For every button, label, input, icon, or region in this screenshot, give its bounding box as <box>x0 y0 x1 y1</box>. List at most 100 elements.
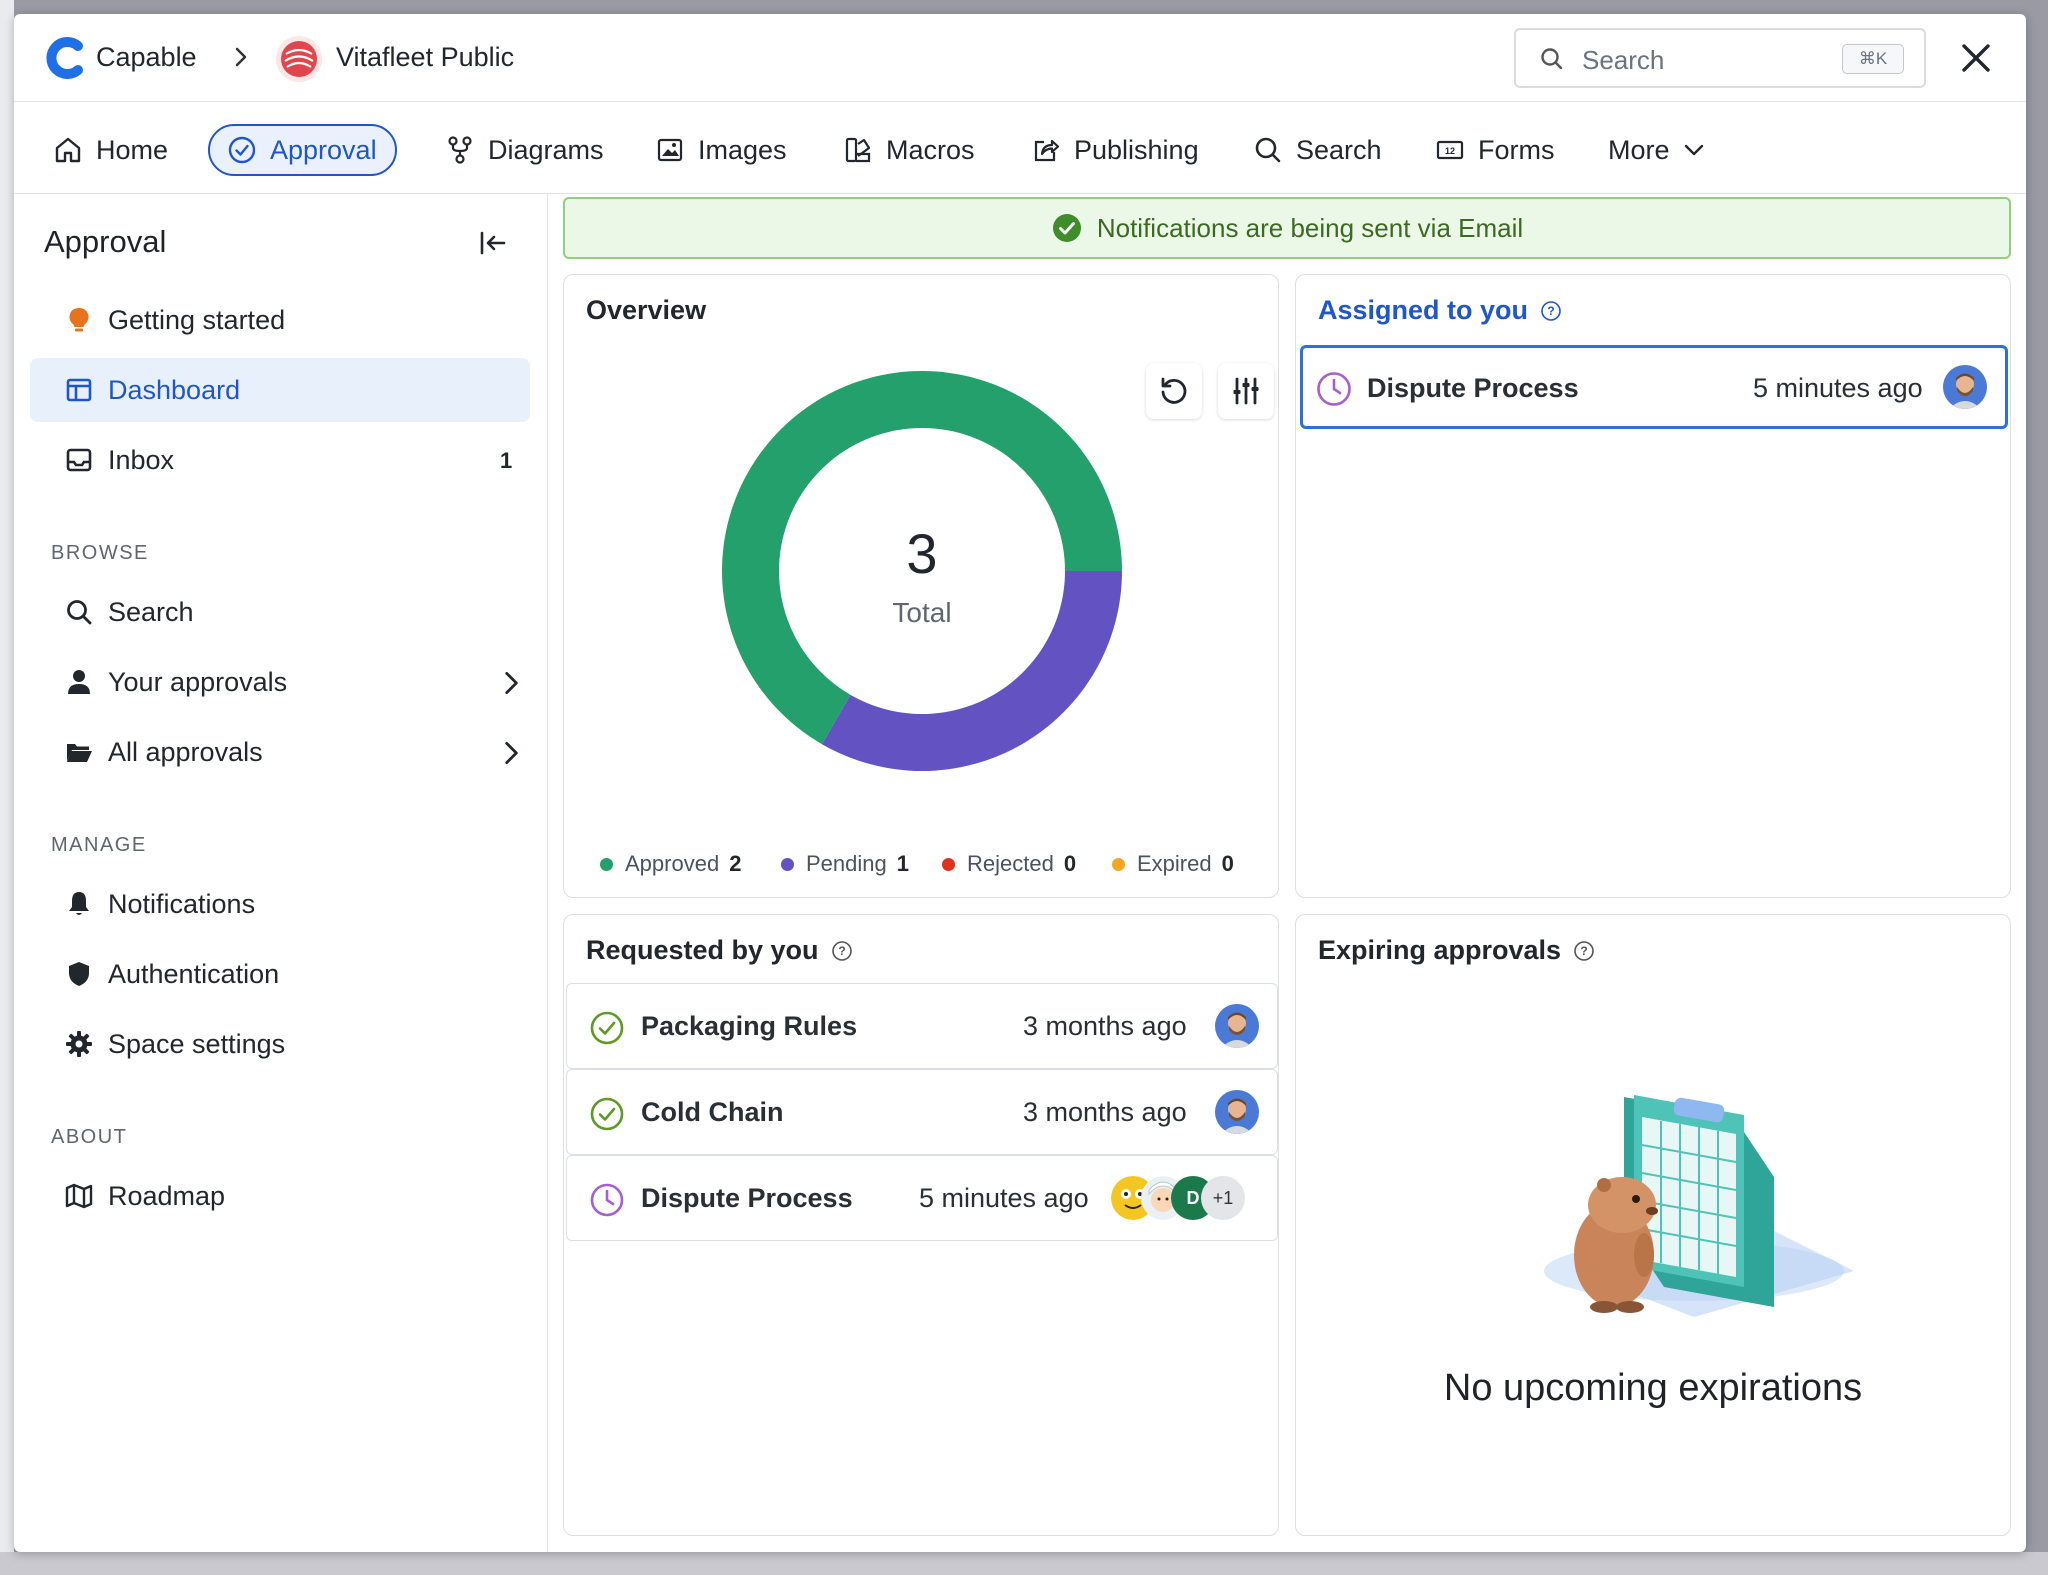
svg-text:12: 12 <box>1445 146 1455 156</box>
legend-dot-approved <box>600 857 613 871</box>
notification-banner: Notifications are being sent via Email <box>563 197 2011 259</box>
map-icon <box>65 1183 93 1209</box>
gear-icon <box>66 1031 92 1057</box>
folder-icon <box>67 744 92 762</box>
modal-header: Capable Vitafleet Public Search ⌘K <box>14 14 2026 102</box>
sidebar-item-inbox[interactable]: Inbox 1 <box>30 428 544 492</box>
nav-tab-search[interactable]: Search <box>1252 124 1382 176</box>
legend-label: Rejected <box>967 851 1054 876</box>
sidebar-item-your-approvals[interactable]: Your approvals <box>30 650 544 714</box>
background-app-bottom <box>0 1552 2048 1575</box>
home-icon <box>55 137 81 163</box>
nav-tab-label: Images <box>698 134 787 165</box>
check-circle-icon <box>590 1011 624 1045</box>
sliders-icon <box>1233 377 1259 405</box>
bell-icon <box>69 892 89 915</box>
breadcrumb-chevron-icon <box>235 47 247 67</box>
avatar <box>1215 1090 1259 1134</box>
diagram-icon <box>448 136 472 164</box>
help-icon[interactable]: ? <box>1540 300 1562 322</box>
svg-text:?: ? <box>1547 304 1554 318</box>
legend-value: 1 <box>896 851 909 876</box>
requested-row[interactable]: Dispute Process 5 minutes ago D +1 <box>566 1155 1278 1241</box>
svg-text:?: ? <box>1580 944 1587 958</box>
legend-approved: Approved 2 <box>600 851 741 877</box>
close-icon[interactable] <box>1956 38 1996 78</box>
global-search-input[interactable]: Search ⌘K <box>1514 28 1926 88</box>
capybara-calendar-illustration <box>1544 1095 1854 1317</box>
chart-settings-button[interactable] <box>1218 363 1274 419</box>
assigned-title: Assigned to you ? <box>1318 295 1562 326</box>
section-heading-browse: BROWSE <box>51 542 149 564</box>
sidebar-item-label: Inbox <box>108 444 175 475</box>
check-circle-icon <box>1052 214 1081 242</box>
overview-title-text: Overview <box>586 295 707 325</box>
nav-tab-images[interactable]: Images <box>654 124 787 176</box>
check-circle-icon <box>590 1097 624 1131</box>
sidebar-item-dashboard[interactable]: Dashboard <box>30 358 530 422</box>
sidebar-item-roadmap[interactable]: Roadmap <box>30 1164 544 1228</box>
expiring-title: Expiring approvals ? <box>1318 935 1595 966</box>
requested-card: Requested by you ? Packaging Rules 3 mon… <box>563 914 1279 1536</box>
background-app <box>0 0 14 1575</box>
sidebar-item-label: All approvals <box>108 736 263 767</box>
approval-name: Cold Chain <box>641 1097 784 1127</box>
sidebar-item-notifications[interactable]: Notifications <box>30 872 544 936</box>
inbox-count-badge: 1 <box>500 448 513 473</box>
nav-tab-label: Diagrams <box>488 134 604 165</box>
search-icon <box>67 600 92 625</box>
expiring-card: Expiring approvals ? No upcoming expirat… <box>1295 914 2011 1536</box>
approval-name: Dispute Process <box>1367 373 1579 403</box>
breadcrumb-space[interactable]: Vitafleet Public <box>336 42 514 73</box>
assigned-approval-row[interactable]: Dispute Process 5 minutes ago <box>1300 345 2008 429</box>
dashboard-icon <box>66 378 92 402</box>
clock-icon <box>1317 372 1351 406</box>
sidebar-item-label: Dashboard <box>108 374 241 405</box>
avatar <box>1943 365 1987 409</box>
macros-icon <box>845 137 871 163</box>
requested-row[interactable]: Packaging Rules 3 months ago <box>566 983 1278 1069</box>
capable-logo-icon <box>46 37 83 79</box>
breadcrumb-app[interactable]: Capable <box>96 42 197 73</box>
nav-tab-macros[interactable]: Macros <box>842 124 975 176</box>
approval-time: 5 minutes ago <box>919 1183 1089 1213</box>
approval-time: 3 months ago <box>1023 1097 1187 1127</box>
donut-total-label: Total <box>892 597 952 628</box>
shield-icon <box>69 962 89 986</box>
chevron-right-icon <box>505 671 518 695</box>
lightbulb-icon <box>69 307 89 332</box>
nav-tab-label: Publishing <box>1074 134 1199 165</box>
nav-tab-more[interactable]: More <box>1608 124 1710 176</box>
forms-icon: 12 <box>1436 140 1464 160</box>
help-icon[interactable]: ? <box>1573 940 1595 962</box>
nav-tab-diagrams[interactable]: Diagrams <box>444 124 604 176</box>
sidebar-item-search[interactable]: Search <box>30 580 544 644</box>
sidebar-item-label: Authentication <box>108 958 280 989</box>
nav-tab-approval[interactable]: Approval <box>208 124 397 176</box>
nav-tab-home[interactable]: Home <box>52 124 168 176</box>
requested-row[interactable]: Cold Chain 3 months ago <box>566 1069 1278 1155</box>
nav-tab-forms[interactable]: 12 Forms <box>1434 124 1555 176</box>
sidebar-item-label: Search <box>108 596 194 627</box>
legend-expired: Expired 0 <box>1112 851 1234 877</box>
approval-name: Packaging Rules <box>641 1011 858 1041</box>
share-icon <box>1034 139 1060 162</box>
requested-title: Requested by you ? <box>586 935 853 966</box>
top-navigation: Home Approval Diagrams Images Macros Pub… <box>14 102 2026 194</box>
refresh-button[interactable] <box>1146 363 1202 419</box>
nav-tab-label: Approval <box>270 134 377 165</box>
help-icon[interactable]: ? <box>831 940 853 962</box>
sidebar-item-label: Roadmap <box>108 1180 226 1211</box>
nav-tab-label: Home <box>96 134 169 165</box>
sidebar-item-space-settings[interactable]: Space settings <box>30 1012 544 1076</box>
overview-title: Overview <box>586 295 706 326</box>
chevron-right-icon <box>505 741 518 765</box>
sidebar-item-getting-started[interactable]: Getting started <box>30 288 544 352</box>
sidebar-item-label: Space settings <box>108 1028 286 1059</box>
nav-tab-publishing[interactable]: Publishing <box>1030 124 1199 176</box>
overview-card: Overview 3 Total Approved 2 Pending 1 Re… <box>563 274 1279 898</box>
sidebar-item-all-approvals[interactable]: All approvals <box>30 720 544 784</box>
search-shortcut-badge: ⌘K <box>1842 44 1904 74</box>
collapse-sidebar-icon[interactable] <box>476 226 510 260</box>
sidebar-item-authentication[interactable]: Authentication <box>30 942 544 1006</box>
